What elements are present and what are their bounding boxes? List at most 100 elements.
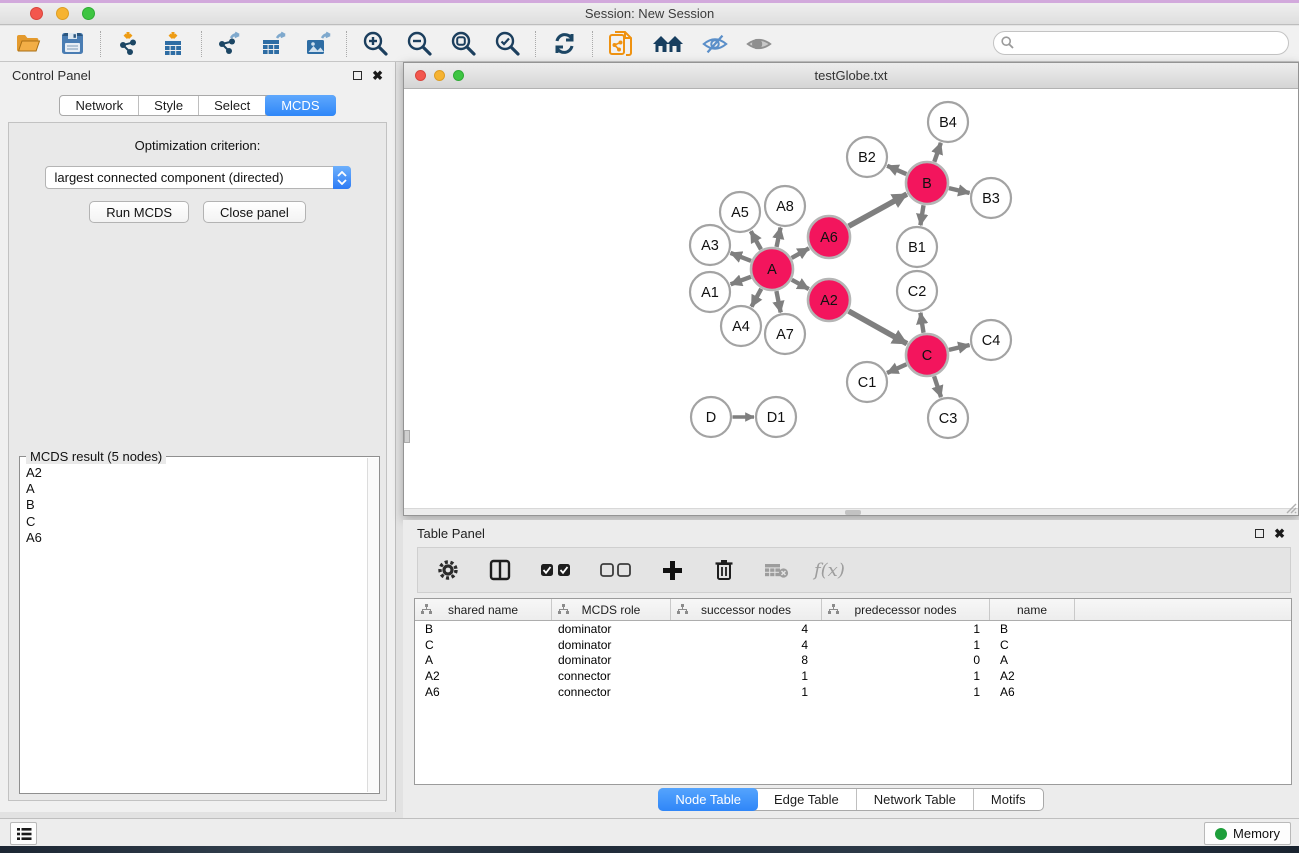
edge-C-C1[interactable] — [887, 364, 906, 373]
result-scrollbar[interactable] — [367, 458, 379, 792]
graph-node-A6[interactable]: A6 — [808, 216, 850, 258]
zoom-window-button[interactable] — [82, 7, 95, 20]
column-header-MCDS-role[interactable]: MCDS role — [552, 599, 671, 620]
edge-A-A2[interactable] — [792, 280, 809, 289]
export-image-icon[interactable] — [304, 30, 332, 58]
graph-node-A8[interactable]: A8 — [765, 186, 805, 226]
vertical-scrollbar-thumb[interactable] — [404, 430, 410, 443]
zoom-fit-icon[interactable] — [449, 30, 477, 58]
edge-C-C2[interactable] — [920, 313, 923, 333]
horizontal-scrollbar-thumb[interactable] — [845, 510, 861, 515]
minimize-window-button[interactable] — [56, 7, 69, 20]
table-row[interactable]: Cdominator41C — [415, 637, 1291, 653]
resize-grip-icon[interactable] — [1284, 501, 1297, 514]
float-panel-icon[interactable] — [353, 71, 362, 80]
edge-A-A1[interactable] — [731, 277, 751, 285]
column-view-icon[interactable] — [486, 556, 514, 584]
show-details-eye-icon[interactable] — [745, 30, 773, 58]
zoom-selected-icon[interactable] — [493, 30, 521, 58]
edge-C-C4[interactable] — [949, 345, 970, 350]
horizontal-scrollbar[interactable] — [404, 508, 1298, 515]
network-zoom-button[interactable] — [453, 70, 464, 81]
edge-A2-C[interactable] — [849, 311, 907, 344]
close-panel-icon[interactable]: ✖ — [372, 69, 383, 82]
home-layout-icon[interactable] — [651, 30, 685, 58]
graph-node-C3[interactable]: C3 — [928, 398, 968, 438]
node-table[interactable]: shared nameMCDS rolesuccessor nodesprede… — [414, 598, 1292, 785]
zoom-in-icon[interactable] — [361, 30, 389, 58]
edge-A-A4[interactable] — [752, 289, 762, 307]
memory-button[interactable]: Memory — [1204, 822, 1291, 845]
network-close-button[interactable] — [415, 70, 426, 81]
column-header-shared-name[interactable]: shared name — [415, 599, 552, 620]
graph-node-A5[interactable]: A5 — [720, 192, 760, 232]
graph-node-C1[interactable]: C1 — [847, 362, 887, 402]
edge-B-B4[interactable] — [934, 143, 941, 162]
table-row[interactable]: Bdominator41B — [415, 621, 1291, 637]
graph-node-C2[interactable]: C2 — [897, 271, 937, 311]
zoom-out-icon[interactable] — [405, 30, 433, 58]
tab-motifs[interactable]: Motifs — [974, 789, 1043, 810]
close-table-panel-icon[interactable]: ✖ — [1274, 527, 1285, 540]
hide-details-eye-slash-icon[interactable] — [701, 30, 729, 58]
graph-node-A7[interactable]: A7 — [765, 314, 805, 354]
save-session-icon[interactable] — [58, 30, 86, 58]
tab-network[interactable]: Network — [60, 96, 139, 115]
edge-A-A5[interactable] — [751, 231, 761, 249]
graph-node-A3[interactable]: A3 — [690, 225, 730, 265]
table-row[interactable]: A6connector11A6 — [415, 684, 1291, 700]
export-table-icon[interactable] — [260, 30, 288, 58]
network-canvas[interactable]: B4 B2 B B3 A8A5 A6 B1 A3 A C2 A1 A2 A4A7 C4 C C1 C3 D D1 — [404, 89, 1298, 515]
table-row[interactable]: A2connector11A2 — [415, 668, 1291, 684]
graph-node-D1[interactable]: D1 — [756, 397, 796, 437]
graph-node-A[interactable]: A — [751, 248, 793, 290]
duplicate-network-icon[interactable] — [607, 30, 635, 58]
edge-A-A6[interactable] — [792, 248, 809, 258]
graph-node-B2[interactable]: B2 — [847, 137, 887, 177]
task-history-button[interactable] — [10, 822, 37, 845]
tab-edge-table[interactable]: Edge Table — [757, 789, 857, 810]
edge-A-A3[interactable] — [731, 253, 752, 261]
tab-node-table[interactable]: Node Table — [658, 788, 758, 811]
export-network-icon[interactable] — [216, 30, 244, 58]
graph-node-D[interactable]: D — [691, 397, 731, 437]
network-window-titlebar[interactable]: testGlobe.txt — [404, 63, 1298, 89]
tab-mcds[interactable]: MCDS — [265, 95, 335, 116]
unselect-all-checks-icon[interactable] — [598, 556, 634, 584]
float-table-panel-icon[interactable] — [1255, 529, 1264, 538]
tab-select[interactable]: Select — [199, 96, 266, 115]
delete-column-trash-icon[interactable] — [710, 556, 738, 584]
graph-node-A1[interactable]: A1 — [690, 272, 730, 312]
table-settings-gear-icon[interactable] — [434, 556, 462, 584]
close-window-button[interactable] — [30, 7, 43, 20]
refresh-view-icon[interactable] — [550, 30, 578, 58]
graph-node-A4[interactable]: A4 — [721, 306, 761, 346]
graph-node-C[interactable]: C — [906, 334, 948, 376]
graph-node-C4[interactable]: C4 — [971, 320, 1011, 360]
edge-A6-B[interactable] — [849, 194, 907, 226]
column-header-successor-nodes[interactable]: successor nodes — [671, 599, 822, 620]
search-input[interactable] — [993, 31, 1289, 55]
open-file-icon[interactable] — [14, 30, 42, 58]
graph-node-B[interactable]: B — [906, 162, 948, 204]
add-column-plus-icon[interactable] — [658, 556, 686, 584]
graph-node-B3[interactable]: B3 — [971, 178, 1011, 218]
delete-table-icon[interactable] — [762, 556, 790, 584]
function-builder-icon[interactable]: f(x) — [814, 560, 845, 581]
edge-A-A7[interactable] — [776, 291, 780, 312]
edge-B-B2[interactable] — [887, 166, 906, 174]
edge-B-B3[interactable] — [949, 188, 970, 193]
edge-C-C3[interactable] — [934, 376, 941, 397]
edge-A-A8[interactable] — [777, 228, 781, 247]
column-header-name[interactable]: name — [990, 599, 1075, 620]
graph-node-B4[interactable]: B4 — [928, 102, 968, 142]
graph-node-B1[interactable]: B1 — [897, 227, 937, 267]
run-mcds-button[interactable]: Run MCDS — [89, 201, 189, 223]
network-minimize-button[interactable] — [434, 70, 445, 81]
select-all-checks-icon[interactable] — [538, 556, 574, 584]
edge-B-B1[interactable] — [920, 205, 923, 225]
close-panel-button[interactable]: Close panel — [203, 201, 306, 223]
import-table-icon[interactable] — [159, 30, 187, 58]
tab-style[interactable]: Style — [139, 96, 199, 115]
graph-node-A2[interactable]: A2 — [808, 279, 850, 321]
